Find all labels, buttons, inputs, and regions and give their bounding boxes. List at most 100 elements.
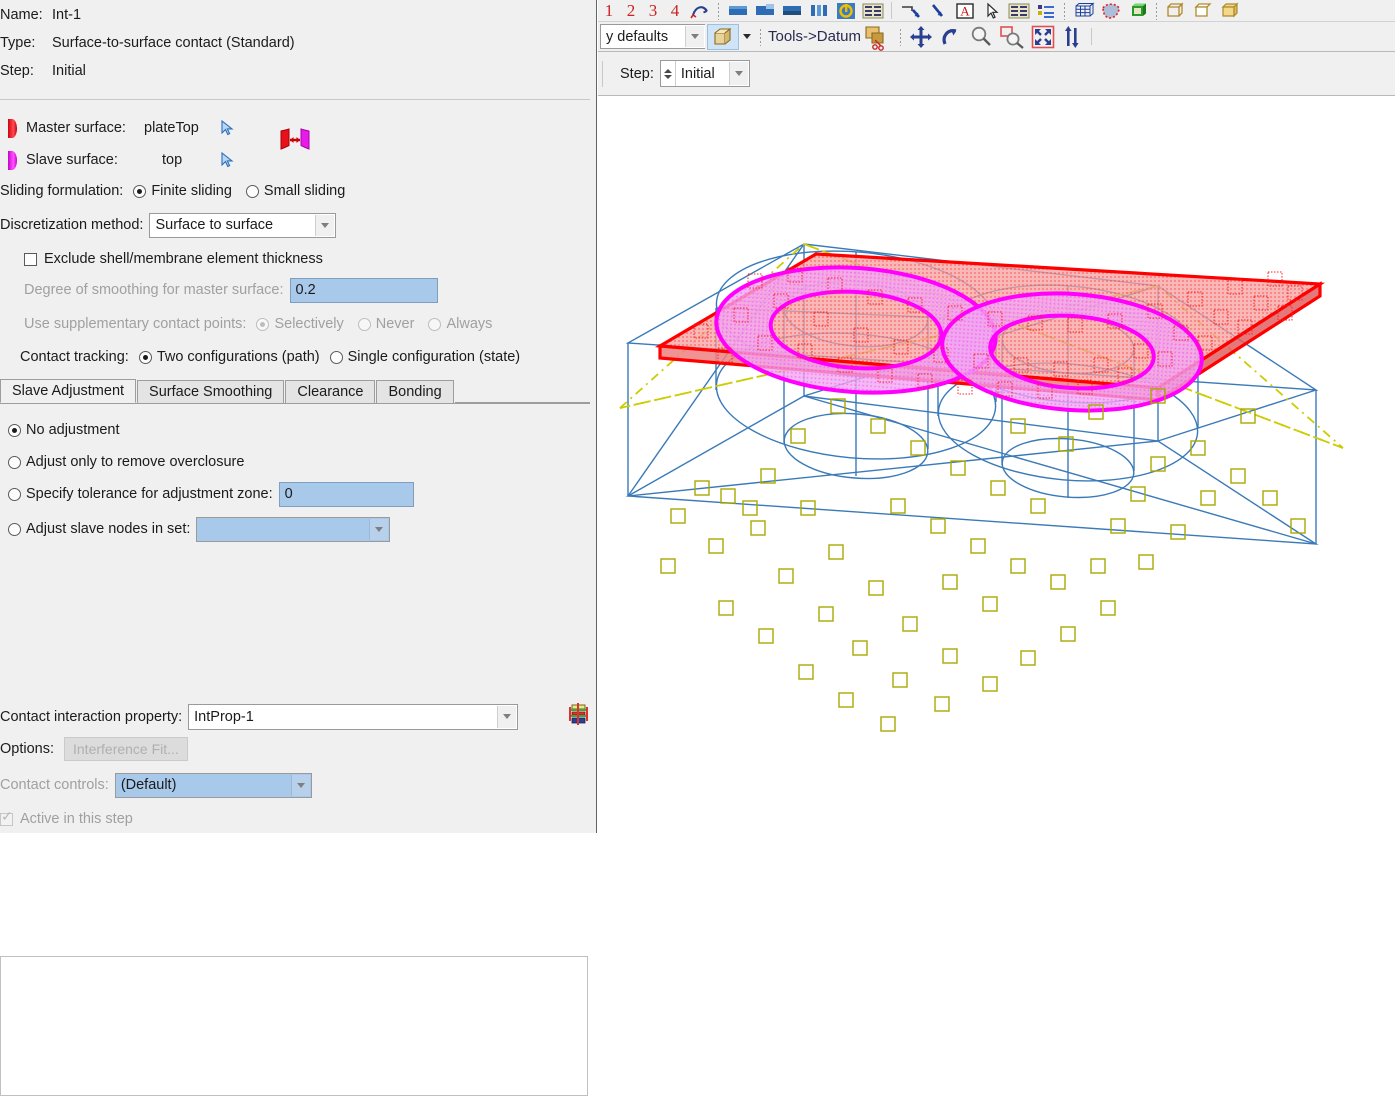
radio-two-configurations[interactable] — [139, 351, 152, 364]
toolbar-separator — [1155, 2, 1158, 20]
radio-small-sliding-label: Small sliding — [264, 183, 345, 199]
smoothing-value: 0.2 — [296, 282, 316, 298]
part-solid-icon[interactable] — [1216, 1, 1243, 21]
chevron-down-icon — [497, 706, 516, 728]
radio-single-configuration[interactable] — [330, 351, 343, 364]
tab-slave-adjustment[interactable]: Slave Adjustment — [0, 379, 136, 403]
radio-adjust-slave-nodes[interactable] — [8, 523, 21, 536]
sliding-formulation-row: Sliding formulation: Finite sliding Smal… — [0, 180, 359, 202]
chevron-down-icon — [729, 62, 748, 85]
exclude-thickness-checkbox[interactable] — [24, 253, 37, 266]
toolbar-separator — [899, 28, 902, 46]
discretization-method-select[interactable]: Surface to surface — [149, 213, 336, 238]
radio-adjust-remove-overclosure[interactable] — [8, 456, 21, 469]
slave-surface-row: Slave surface: top — [0, 147, 236, 173]
type-row: Type: Surface-to-surface contact (Standa… — [0, 28, 590, 57]
spinner-updown-icon[interactable] — [661, 61, 676, 86]
radio-no-adjustment[interactable] — [8, 424, 21, 437]
part-display-icon[interactable] — [1124, 1, 1151, 21]
tolerance-input[interactable]: 0 — [279, 482, 414, 507]
exclude-thickness-row: Exclude shell/membrane element thickness — [24, 248, 323, 270]
type-value: Surface-to-surface contact (Standard) — [52, 35, 295, 51]
radio-single-configuration-label: Single configuration (state) — [348, 349, 521, 365]
rotate-view-icon[interactable] — [936, 27, 966, 47]
interaction-editor-panel: Name: Int-1 Type: Surface-to-surface con… — [0, 0, 597, 833]
step-bar-select[interactable]: Initial — [660, 60, 750, 87]
supplementary-label: Use supplementary contact points: — [24, 316, 246, 332]
tab-bonding[interactable]: Bonding — [376, 380, 453, 403]
radio-specify-tolerance-label: Specify tolerance for adjustment zone: — [26, 486, 273, 502]
radio-small-sliding[interactable] — [246, 185, 259, 198]
discretization-method-label: Discretization method: — [0, 217, 143, 233]
radio-two-configurations-label: Two configurations (path) — [157, 349, 320, 365]
viewport-count-4[interactable]: 4 — [664, 1, 686, 21]
render-filled-icon[interactable] — [778, 1, 805, 21]
query-cursor-icon[interactable] — [978, 1, 1005, 21]
name-label: Name: — [0, 7, 52, 23]
box-zoom-icon[interactable] — [996, 27, 1028, 47]
master-surface-pick-cursor-icon[interactable] — [218, 119, 236, 137]
display-defaults-select[interactable]: y defaults — [600, 24, 705, 49]
slave-surface-pick-cursor-icon[interactable] — [218, 151, 236, 169]
master-surface-color-icon — [8, 119, 17, 138]
tab-clearance[interactable]: Clearance — [285, 380, 375, 403]
swap-master-slave-icon[interactable] — [276, 127, 314, 153]
mesh-display-icon[interactable] — [1070, 1, 1097, 21]
superimpose-options-icon[interactable] — [859, 1, 886, 21]
tab-bonding-label: Bonding — [388, 384, 441, 400]
fit-all-icon[interactable] — [1028, 27, 1058, 47]
toolbar-separator — [717, 2, 720, 20]
radio-no-adjustment-label: No adjustment — [26, 422, 120, 438]
name-row: Name: Int-1 — [0, 0, 590, 29]
slave-node-set-select[interactable] — [196, 517, 390, 542]
iso-view-cube-icon[interactable] — [707, 24, 739, 50]
radio-never-label: Never — [376, 316, 415, 332]
render-wireframe-icon[interactable] — [805, 1, 832, 21]
render-shaded-icon[interactable] — [724, 1, 751, 21]
viewport-link-icon[interactable] — [686, 1, 713, 21]
contact-property-select[interactable]: IntProp-1 — [188, 704, 518, 730]
type-label: Type: — [0, 35, 52, 51]
chevron-down-icon — [685, 26, 704, 47]
slave-surface-value: top — [144, 152, 218, 168]
selected-region-icon[interactable] — [1097, 1, 1124, 21]
table-options-icon[interactable] — [1005, 1, 1032, 21]
step-bar-value: Initial — [676, 66, 715, 82]
annotation-text-icon[interactable]: A — [951, 1, 978, 21]
radio-finite-sliding[interactable] — [133, 185, 146, 198]
instance-display-icon[interactable] — [1189, 1, 1216, 21]
active-in-step-checkbox — [0, 813, 13, 826]
chevron-down-icon[interactable] — [739, 27, 755, 47]
tab-strip-filler — [455, 402, 590, 403]
assembly-display-icon[interactable] — [1162, 1, 1189, 21]
list-options-icon[interactable] — [1032, 1, 1059, 21]
color-code-2-icon[interactable] — [924, 1, 951, 21]
cycle-views-icon[interactable] — [1058, 27, 1086, 47]
interference-fit-button-label: Interference Fit... — [73, 741, 179, 757]
contact-property-row: Contact interaction property: IntProp-1 — [0, 703, 518, 730]
color-code-icon[interactable] — [897, 1, 924, 21]
interference-fit-button: Interference Fit... — [64, 737, 188, 761]
datum-plane-icon[interactable] — [861, 23, 895, 51]
step-label: Step: — [0, 63, 52, 79]
chevron-down-icon — [369, 519, 388, 540]
viewport-count-1[interactable]: 1 — [598, 1, 620, 21]
pan-view-icon[interactable] — [906, 27, 936, 47]
slave-adjustment-panel: No adjustment Adjust only to remove over… — [0, 404, 590, 692]
common-options-icon[interactable] — [832, 1, 859, 21]
name-value: Int-1 — [52, 7, 81, 23]
render-hidden-icon[interactable] — [751, 1, 778, 21]
edit-property-icon[interactable] — [566, 702, 592, 728]
viewport-count-2[interactable]: 2 — [620, 1, 642, 21]
magnify-view-icon[interactable] — [966, 27, 996, 47]
tolerance-value: 0 — [285, 486, 293, 502]
active-in-step-label: Active in this step — [20, 811, 133, 827]
smoothing-label: Degree of smoothing for master surface: — [24, 282, 284, 298]
tab-surface-smoothing[interactable]: Surface Smoothing — [137, 380, 284, 403]
radio-specify-tolerance[interactable] — [8, 488, 21, 501]
active-in-step-row: Active in this step — [0, 808, 133, 830]
toolbar-separator — [602, 61, 603, 87]
model-viewport[interactable] — [598, 96, 1395, 833]
viewport-count-3[interactable]: 3 — [642, 1, 664, 21]
discretization-method-value: Surface to surface — [155, 217, 273, 233]
